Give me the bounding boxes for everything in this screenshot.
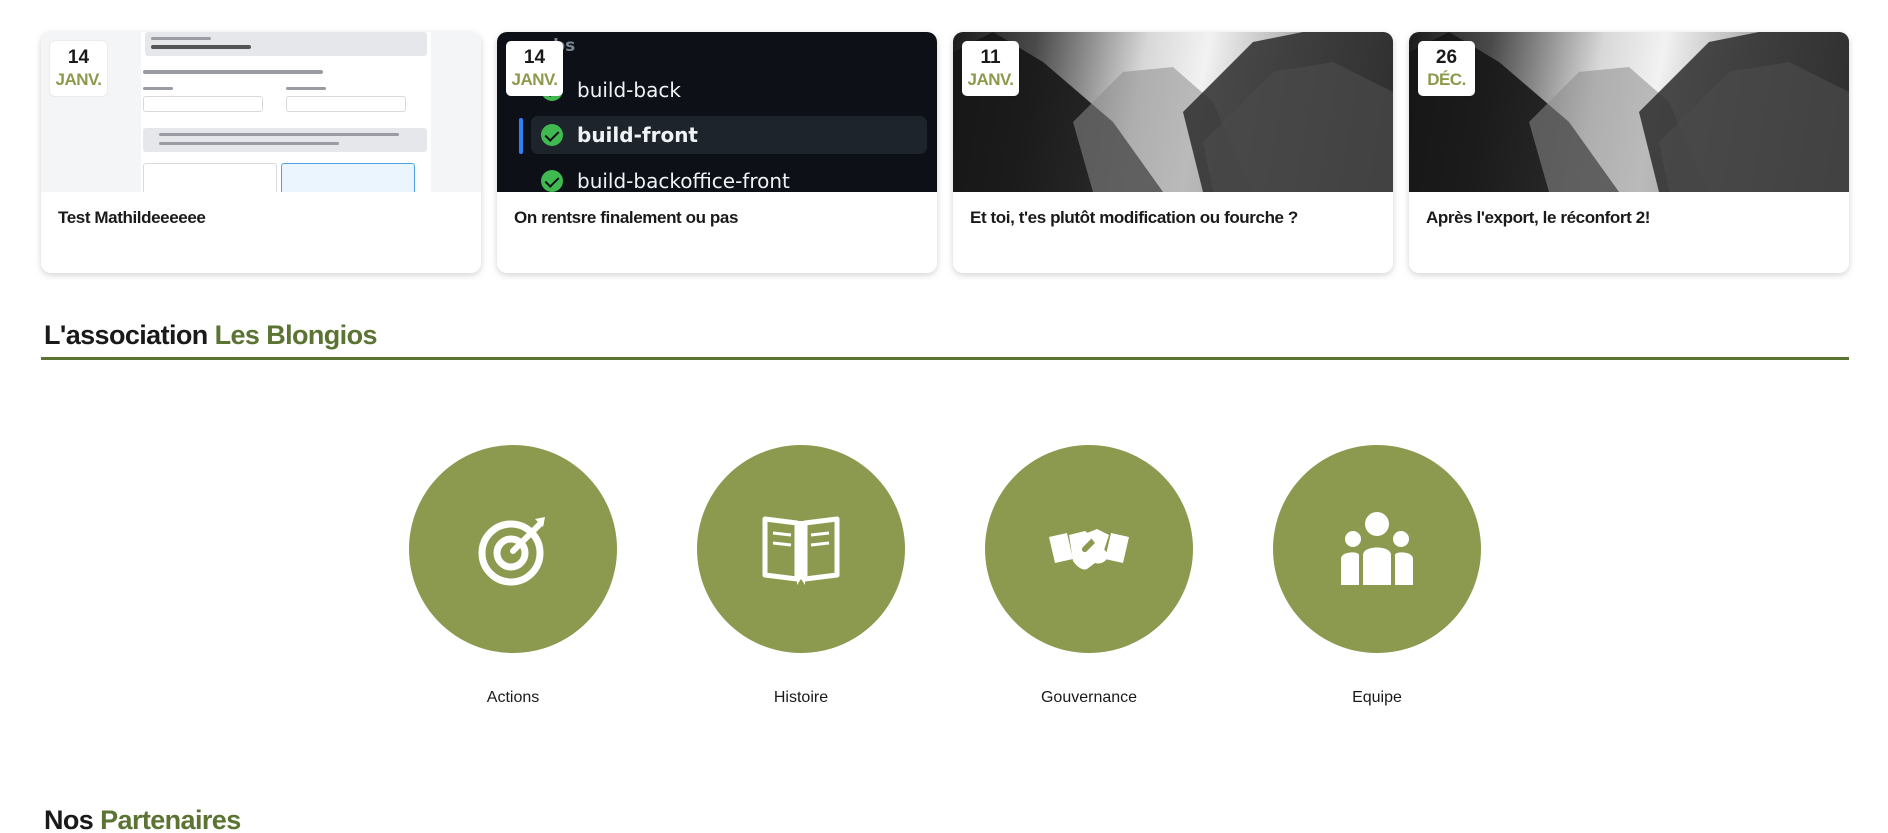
team-icon bbox=[1341, 512, 1413, 585]
association-item-histoire[interactable]: Histoire bbox=[697, 445, 905, 707]
heading-prefix: Nos bbox=[44, 805, 94, 833]
partners-heading: Nos Partenaires bbox=[44, 805, 241, 833]
job-label: build-backoffice-front bbox=[577, 169, 790, 192]
selected-indicator bbox=[519, 118, 523, 154]
date-month: DÉC. bbox=[1427, 70, 1466, 89]
heading-accent: Partenaires bbox=[100, 805, 241, 833]
date-day: 11 bbox=[980, 47, 1001, 68]
association-links: Actions Histoire Gouvernance Equipe bbox=[409, 445, 1481, 707]
association-item-label: Actions bbox=[486, 689, 540, 706]
association-item-label: Histoire bbox=[773, 689, 829, 706]
icon-circle[interactable] bbox=[1273, 445, 1481, 653]
post-title[interactable]: On rentsre finalement ou pas bbox=[514, 208, 920, 228]
association-item-equipe[interactable]: Equipe bbox=[1273, 445, 1481, 707]
date-badge: 26 DÉC. bbox=[1418, 41, 1475, 96]
blog-card[interactable]: 11 JANV. Et toi, t'es plutôt modificatio… bbox=[953, 32, 1393, 273]
post-thumbnail bbox=[953, 32, 1393, 192]
association-item-actions[interactable]: Actions bbox=[409, 445, 617, 707]
date-month: JANV. bbox=[967, 70, 1014, 89]
post-thumbnail: bs build-back build-front build-backoffi… bbox=[497, 32, 937, 192]
handshake-icon bbox=[1049, 529, 1129, 570]
association-heading: L'association Les Blongios bbox=[44, 320, 378, 351]
heading-accent: Les Blongios bbox=[214, 320, 378, 350]
post-thumbnail bbox=[41, 32, 481, 192]
date-badge: 14 JANV. bbox=[506, 41, 563, 96]
mountain-image bbox=[953, 32, 1393, 192]
date-badge: 11 JANV. bbox=[962, 41, 1019, 96]
post-title[interactable]: Test Mathildeeeeee bbox=[58, 208, 464, 228]
post-title[interactable]: Et toi, t'es plutôt modification ou four… bbox=[970, 208, 1376, 228]
icon-circle[interactable] bbox=[409, 445, 617, 653]
post-title[interactable]: Après l'export, le réconfort 2! bbox=[1426, 208, 1832, 228]
mountain-image bbox=[1409, 32, 1849, 192]
section-divider bbox=[41, 357, 1849, 360]
blog-card[interactable]: 26 DÉC. Après l'export, le réconfort 2! bbox=[1409, 32, 1849, 273]
heading-prefix: L'association bbox=[44, 320, 208, 350]
association-item-label: Equipe bbox=[1352, 689, 1402, 706]
job-label: build-front bbox=[577, 123, 698, 147]
blog-card[interactable]: bs build-back build-front build-backoffi… bbox=[497, 32, 937, 273]
date-day: 26 bbox=[1435, 47, 1458, 68]
check-circle-icon bbox=[541, 170, 563, 192]
check-circle-icon bbox=[541, 124, 563, 146]
target-icon bbox=[478, 517, 545, 586]
date-badge: 14 JANV. bbox=[50, 41, 107, 96]
date-day: 14 bbox=[523, 47, 546, 68]
blog-cards: 14 JANV. Test Mathildeeeeee bs build-bac… bbox=[41, 32, 1849, 273]
job-label: build-back bbox=[577, 78, 681, 102]
date-day: 14 bbox=[67, 47, 90, 68]
job-row: build-backoffice-front bbox=[541, 162, 790, 192]
date-month: JANV. bbox=[55, 70, 102, 89]
book-icon bbox=[762, 516, 840, 585]
job-row: build-front bbox=[531, 116, 927, 154]
association-item-label: Gouvernance bbox=[1040, 689, 1138, 706]
blog-card[interactable]: 14 JANV. Test Mathildeeeeee bbox=[41, 32, 481, 273]
icon-circle[interactable] bbox=[697, 445, 905, 653]
date-month: JANV. bbox=[511, 70, 558, 89]
post-thumbnail bbox=[1409, 32, 1849, 192]
association-item-gouvernance[interactable]: Gouvernance bbox=[985, 445, 1193, 707]
icon-circle[interactable] bbox=[985, 445, 1193, 653]
